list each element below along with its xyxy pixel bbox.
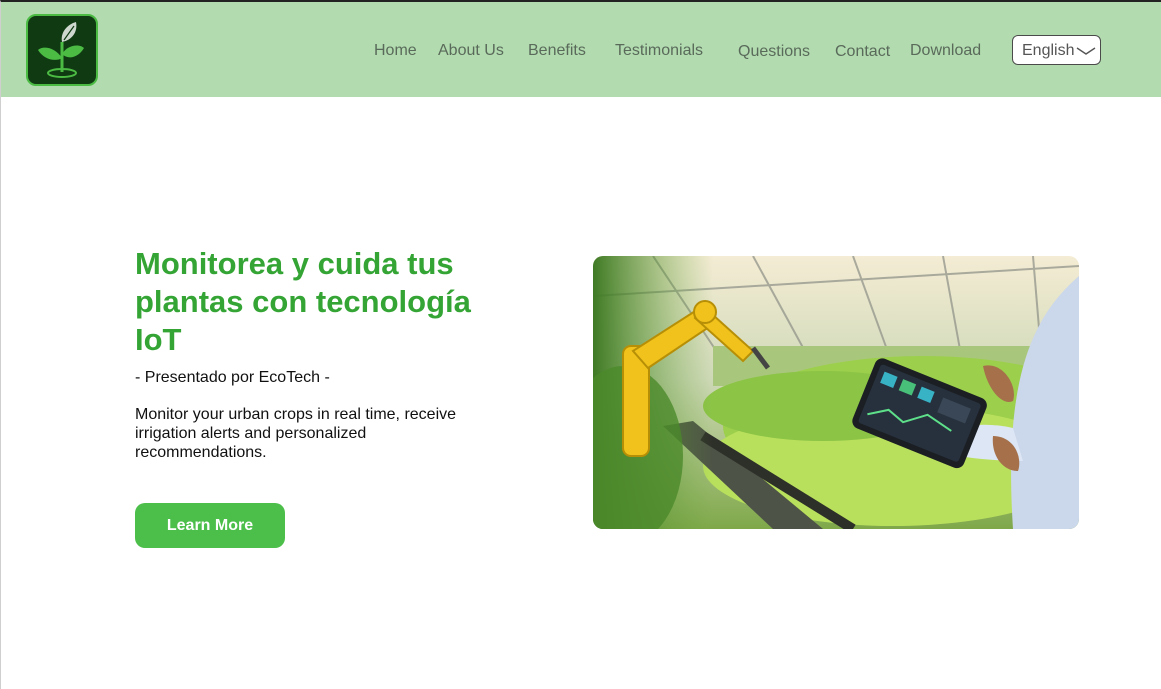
- sprout-icon: [38, 22, 84, 78]
- nav-questions[interactable]: Questions: [738, 43, 810, 61]
- site-header: Home About Us Benefits Testimonials Ques…: [1, 2, 1161, 97]
- language-select-value: English: [1022, 42, 1075, 59]
- nav-testimonials[interactable]: Testimonials: [615, 42, 703, 60]
- greenhouse-photo: [593, 256, 1079, 529]
- chevron-down-icon: [1076, 47, 1096, 55]
- learn-more-button[interactable]: Learn More: [135, 503, 285, 548]
- nav-benefits[interactable]: Benefits: [528, 42, 586, 60]
- logo[interactable]: [26, 14, 98, 86]
- language-select[interactable]: English: [1012, 35, 1101, 65]
- nav-contact[interactable]: Contact: [835, 43, 890, 61]
- nav-download[interactable]: Download: [910, 42, 981, 60]
- hero-description: Monitor your urban crops in real time, r…: [135, 406, 457, 461]
- hero-subtitle: - Presentado por EcoTech -: [135, 369, 330, 386]
- nav-home[interactable]: Home: [374, 42, 417, 60]
- hero-image: [593, 256, 1079, 529]
- nav-about-us[interactable]: About Us: [438, 42, 504, 60]
- hero-title: Monitorea y cuida tus plantas con tecnol…: [135, 246, 471, 357]
